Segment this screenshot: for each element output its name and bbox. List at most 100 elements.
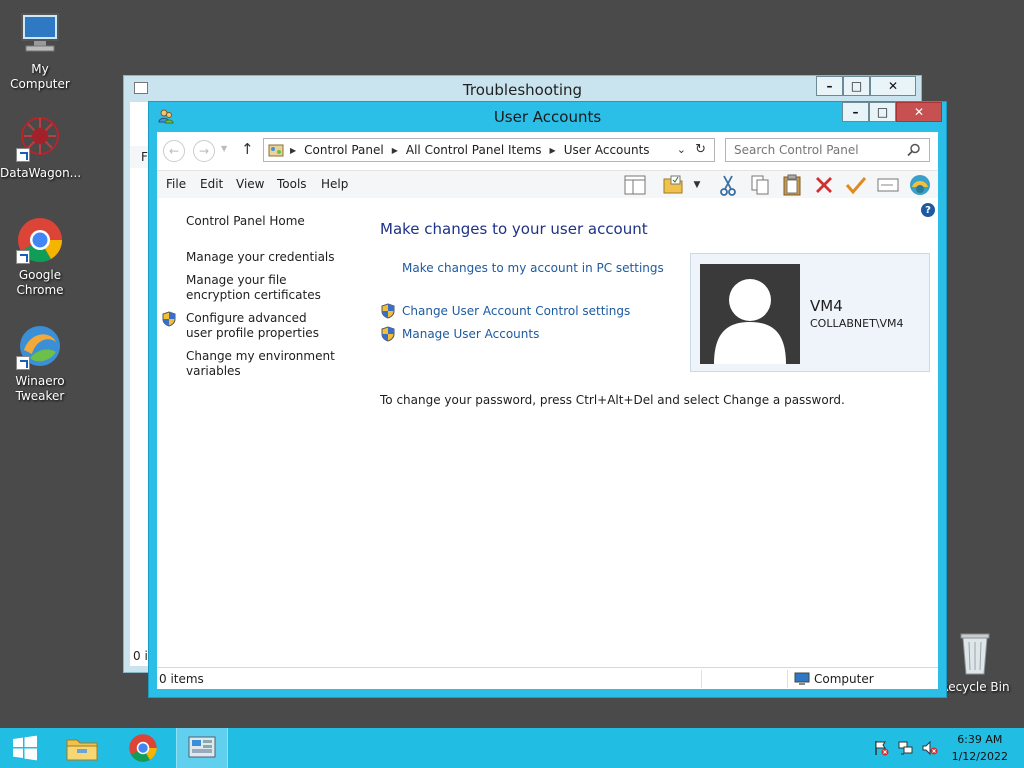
window-title: Troubleshooting <box>462 81 583 99</box>
delete-icon[interactable] <box>811 172 837 198</box>
close-button[interactable]: ✕ <box>896 102 942 122</box>
winaero-tweaker-icon <box>16 322 64 370</box>
search-input[interactable] <box>734 143 904 157</box>
desktop-icon-label: Google Chrome <box>16 268 64 297</box>
action-center-flag-icon[interactable] <box>873 740 889 756</box>
copy-icon[interactable] <box>747 172 773 198</box>
status-divider <box>701 670 702 688</box>
chrome-icon <box>129 734 157 762</box>
breadcrumb-separator-icon[interactable]: ▶ <box>392 146 398 155</box>
datawagon-icon <box>16 114 64 162</box>
desktop-icon-label: Winaero Tweaker <box>15 374 65 403</box>
breadcrumb-user-accounts[interactable]: User Accounts <box>564 143 650 157</box>
uac-settings-link[interactable]: Change User Account Control settings <box>402 304 630 318</box>
search-icon[interactable] <box>907 143 921 157</box>
help-icon[interactable]: ? <box>921 203 935 217</box>
recent-locations-dropdown[interactable]: ▼ <box>221 144 227 153</box>
shell-icon[interactable] <box>907 172 933 198</box>
page-title: Make changes to your user account <box>380 220 648 238</box>
user-card: VM4 COLLABNET\VM4 <box>690 253 930 372</box>
title-bar[interactable]: User Accounts – □ ✕ <box>149 102 946 132</box>
window-title: User Accounts <box>493 108 602 126</box>
window-content: ← → ▼ ↑ ▶ Control Panel ▶ All Control Pa… <box>157 132 938 689</box>
desktop-icon-datawagon[interactable]: DataWagon... <box>0 114 82 181</box>
password-note: To change your password, press Ctrl+Alt+… <box>380 393 845 407</box>
uac-shield-icon <box>381 303 395 319</box>
my-computer-icon <box>16 10 64 58</box>
menu-tools[interactable]: Tools <box>277 177 307 191</box>
menu-file[interactable]: File <box>166 177 186 191</box>
nav-manage-encryption-certificates[interactable]: Manage your file encryption certificates <box>186 273 346 303</box>
desktop-icon-my-computer[interactable]: My Computer <box>0 10 80 92</box>
refresh-icon[interactable]: ↻ <box>695 142 706 157</box>
breadcrumb-separator-icon[interactable]: ▶ <box>550 146 556 155</box>
shortcut-arrow-icon <box>16 250 30 264</box>
user-name: VM4 <box>810 297 843 315</box>
breadcrumb-separator-icon[interactable]: ▶ <box>290 146 296 155</box>
desktop-icon-recycle-bin[interactable]: Recycle Bin <box>935 630 1015 695</box>
status-bar: 0 items Computer <box>157 667 938 689</box>
paste-icon[interactable] <box>779 172 805 198</box>
taskbar-control-panel[interactable] <box>176 728 228 768</box>
clock-date: 1/12/2022 <box>951 750 1008 763</box>
nav-configure-advanced-profile[interactable]: Configure advanced user profile properti… <box>186 311 336 341</box>
item-count: 0 items <box>159 672 204 686</box>
uac-shield-icon <box>162 311 176 327</box>
menu-bar: File Edit View Tools Help ▼ <box>157 170 938 198</box>
folder-options-icon[interactable] <box>660 172 686 198</box>
user-domain: COLLABNET\VM4 <box>810 317 904 330</box>
properties-checkmark-icon[interactable] <box>843 172 869 198</box>
desktop-icon-label: Recycle Bin <box>940 680 1010 694</box>
network-icon[interactable] <box>898 740 914 756</box>
computer-icon <box>794 671 810 687</box>
back-button[interactable]: ← <box>163 140 185 162</box>
address-dropdown-icon[interactable]: ⌄ <box>677 143 686 156</box>
shortcut-arrow-icon <box>16 148 30 162</box>
title-bar[interactable]: Troubleshooting – □ ✕ <box>124 76 921 102</box>
file-explorer-icon <box>66 739 98 761</box>
desktop-icon-winaero-tweaker[interactable]: Winaero Tweaker <box>0 322 80 404</box>
nav-change-environment-variables[interactable]: Change my environment variables <box>186 349 336 379</box>
search-box[interactable] <box>725 138 930 162</box>
control-panel-icon <box>188 736 216 758</box>
forward-button[interactable]: → <box>193 140 215 162</box>
breadcrumb-control-panel[interactable]: Control Panel <box>304 143 384 157</box>
minimize-button[interactable]: – <box>842 102 869 122</box>
shortcut-arrow-icon <box>16 356 30 370</box>
menu-view[interactable]: View <box>236 177 264 191</box>
system-clock[interactable]: 6:39 AM 1/12/2022 <box>952 731 1008 765</box>
location-text: Computer <box>814 672 874 686</box>
manage-user-accounts-link[interactable]: Manage User Accounts <box>402 327 539 341</box>
taskbar-file-explorer[interactable] <box>56 728 108 768</box>
cut-icon[interactable] <box>715 172 741 198</box>
breadcrumb-all-items[interactable]: All Control Panel Items <box>406 143 542 157</box>
rename-icon[interactable] <box>875 172 901 198</box>
avatar <box>700 264 800 364</box>
volume-muted-icon[interactable] <box>922 740 938 756</box>
minimize-button[interactable]: – <box>816 76 843 96</box>
desktop-icon-label: My Computer <box>10 62 70 91</box>
start-button[interactable] <box>0 728 50 768</box>
windows-logo-icon <box>13 735 37 761</box>
taskbar-google-chrome[interactable] <box>117 728 169 768</box>
desktop-icon-label: DataWagon... <box>0 166 82 180</box>
menu-edit[interactable]: Edit <box>200 177 223 191</box>
nav-manage-credentials[interactable]: Manage your credentials <box>186 250 356 265</box>
uac-shield-icon <box>381 326 395 342</box>
menu-help[interactable]: Help <box>321 177 348 191</box>
address-bar[interactable]: ▶ Control Panel ▶ All Control Panel Item… <box>263 138 715 162</box>
recycle-bin-icon <box>955 630 995 676</box>
nav-control-panel-home[interactable]: Control Panel Home <box>186 214 356 229</box>
clock-time: 6:39 AM <box>957 733 1003 746</box>
chrome-icon <box>16 216 64 264</box>
preview-pane-icon[interactable] <box>622 172 648 198</box>
views-dropdown-icon[interactable]: ▼ <box>684 172 710 198</box>
pc-settings-link[interactable]: Make changes to my account in PC setting… <box>402 261 664 275</box>
desktop-icon-google-chrome[interactable]: Google Chrome <box>0 216 80 298</box>
maximize-button[interactable]: □ <box>843 76 870 96</box>
maximize-button[interactable]: □ <box>869 102 896 122</box>
control-panel-icon <box>268 142 284 158</box>
close-button[interactable]: ✕ <box>870 76 916 96</box>
up-button[interactable]: ↑ <box>241 140 254 158</box>
user-accounts-window[interactable]: User Accounts – □ ✕ ← → ▼ ↑ ▶ Control Pa… <box>148 101 947 698</box>
